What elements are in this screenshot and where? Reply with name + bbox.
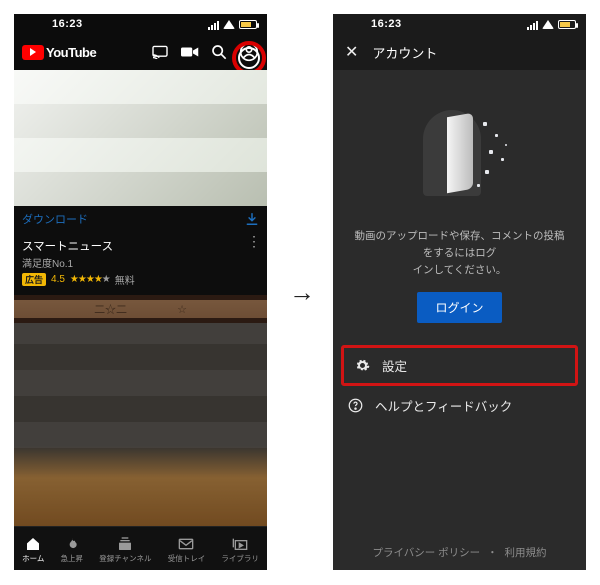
- battery-icon: [239, 20, 257, 29]
- video-feed: ダウンロード ⋮ スマートニュース 満足度No.1 広告 4.5 ★★★★★ 無…: [14, 70, 267, 526]
- account-icon[interactable]: [239, 42, 259, 62]
- status-bar: 16:23: [333, 14, 586, 34]
- account-screen: 16:23 ✕ アカウント: [333, 14, 586, 570]
- nav-subs-label: 登録チャンネル: [99, 553, 151, 564]
- help-icon: [347, 398, 363, 414]
- video-thumbnail[interactable]: [14, 70, 267, 206]
- nav-inbox[interactable]: 受信トレイ: [168, 536, 206, 564]
- arrow-icon: →: [289, 277, 311, 308]
- footer-links: プライバシー ポリシー ・ 利用規約: [362, 535, 556, 570]
- help-item[interactable]: ヘルプとフィードバック: [333, 386, 586, 425]
- mail-icon: [177, 536, 195, 552]
- youtube-logo[interactable]: YouTube: [22, 45, 96, 60]
- account-body: 動画のアップロードや保存、コメントの投稿をするにはログ インしてください。 ログ…: [333, 70, 586, 570]
- wifi-icon: [542, 20, 554, 29]
- terms-link[interactable]: 利用規約: [505, 547, 547, 559]
- signal-icon: [526, 18, 538, 30]
- login-button[interactable]: ログイン: [417, 292, 501, 323]
- help-label: ヘルプとフィードバック: [375, 396, 512, 415]
- more-icon[interactable]: ⋮: [247, 236, 261, 246]
- decor-right: ☆: [177, 303, 187, 316]
- wifi-icon: [223, 20, 235, 29]
- subscriptions-icon: [116, 536, 134, 552]
- youtube-home-screen: 16:23 YouTube: [14, 14, 267, 570]
- nav-subscriptions[interactable]: 登録チャンネル: [99, 536, 151, 564]
- account-header: ✕ アカウント: [333, 34, 586, 70]
- gear-icon: [354, 358, 370, 374]
- video-thumbnail[interactable]: [14, 323, 267, 526]
- download-bar[interactable]: ダウンロード: [14, 206, 267, 232]
- decorative-divider: 二☆二 ☆: [14, 295, 267, 323]
- flame-icon: [63, 536, 81, 552]
- separator-dot: ・: [483, 547, 502, 559]
- settings-item[interactable]: 設定: [341, 345, 578, 386]
- nav-trending[interactable]: 急上昇: [61, 536, 84, 564]
- ad-subtitle: 満足度No.1: [22, 255, 259, 270]
- door-illustration: [405, 104, 515, 204]
- youtube-wordmark: YouTube: [46, 45, 96, 60]
- ad-meta[interactable]: ⋮ スマートニュース 満足度No.1 広告 4.5 ★★★★★ 無料: [14, 232, 267, 295]
- search-icon[interactable]: [211, 44, 227, 60]
- home-icon: [24, 536, 42, 552]
- account-menu: 設定 ヘルプとフィードバック: [333, 345, 586, 425]
- status-time: 16:23: [52, 18, 83, 30]
- privacy-link[interactable]: プライバシー ポリシー: [372, 547, 480, 559]
- bottom-nav: ホーム 急上昇 登録チャンネル 受信トレイ ライブラリ: [14, 526, 267, 570]
- nav-home-label: ホーム: [22, 553, 44, 564]
- signal-icon: [207, 18, 219, 30]
- login-hint: 動画のアップロードや保存、コメントの投稿をするにはログ インしてください。: [333, 228, 586, 278]
- ad-free-label: 無料: [115, 272, 135, 287]
- decor-left: 二☆二: [94, 301, 127, 317]
- status-bar: 16:23: [14, 14, 267, 34]
- cast-icon[interactable]: [151, 45, 169, 59]
- status-time: 16:23: [371, 18, 402, 30]
- download-icon: [245, 212, 259, 226]
- ad-title: スマートニュース: [22, 238, 259, 254]
- nav-inbox-label: 受信トレイ: [168, 553, 206, 564]
- star-icon: ★★★★★: [70, 274, 110, 285]
- ad-rating: 4.5: [51, 274, 65, 285]
- battery-icon: [558, 20, 576, 29]
- youtube-header: YouTube: [14, 34, 267, 70]
- nav-library[interactable]: ライブラリ: [221, 536, 259, 564]
- nav-home[interactable]: ホーム: [22, 536, 44, 564]
- youtube-play-icon: [22, 45, 44, 60]
- settings-label: 設定: [382, 356, 407, 375]
- download-label: ダウンロード: [22, 211, 88, 227]
- camera-icon[interactable]: [181, 46, 199, 58]
- account-title: アカウント: [372, 43, 437, 62]
- close-icon[interactable]: ✕: [345, 42, 358, 62]
- library-icon: [231, 536, 249, 552]
- nav-library-label: ライブラリ: [221, 553, 259, 564]
- ad-badge: 広告: [22, 273, 46, 286]
- nav-trending-label: 急上昇: [61, 553, 84, 564]
